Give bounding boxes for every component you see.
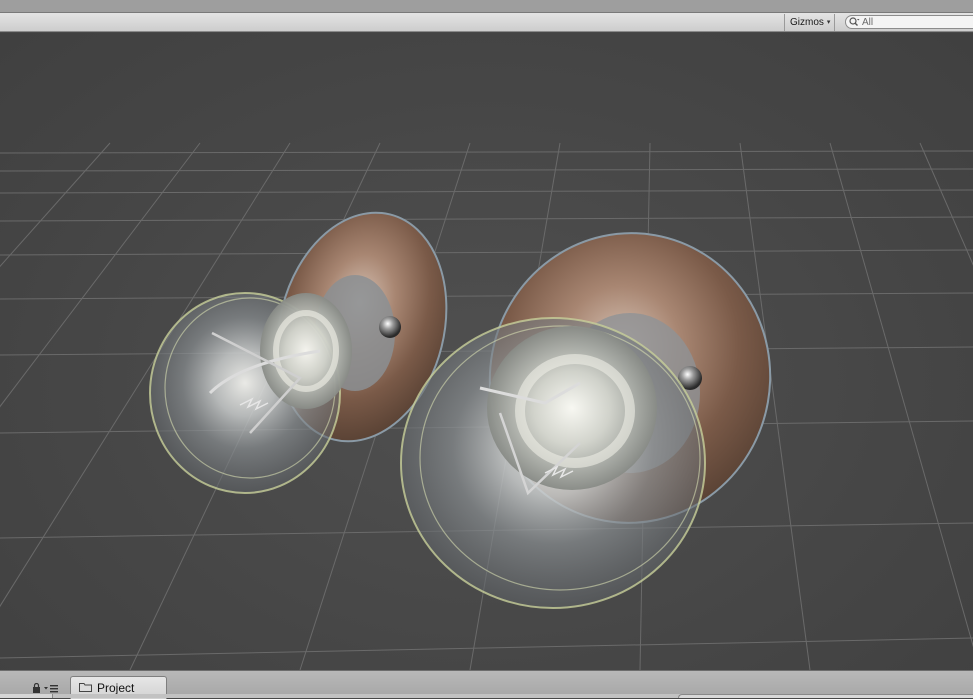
- scene-search[interactable]: [845, 15, 973, 29]
- gizmos-label: Gizmos: [790, 17, 824, 28]
- window-top-strip: [0, 0, 973, 13]
- scene-render: [0, 142, 973, 670]
- search-input[interactable]: [860, 16, 960, 28]
- lower-panel-right: [678, 694, 973, 698]
- lightbulb-right[interactable]: [400, 211, 793, 609]
- scene-viewport[interactable]: [0, 33, 973, 670]
- lower-panel-left: [0, 694, 53, 698]
- tab-project-label: Project: [97, 681, 135, 695]
- chevron-down-icon: ▾: [826, 19, 831, 26]
- search-icon[interactable]: [849, 17, 860, 27]
- scene-toolbar: Gizmos ▾: [0, 13, 973, 32]
- lower-panel-edge: [0, 694, 973, 698]
- gizmos-dropdown[interactable]: Gizmos ▾: [784, 14, 836, 31]
- folder-icon: [79, 681, 92, 695]
